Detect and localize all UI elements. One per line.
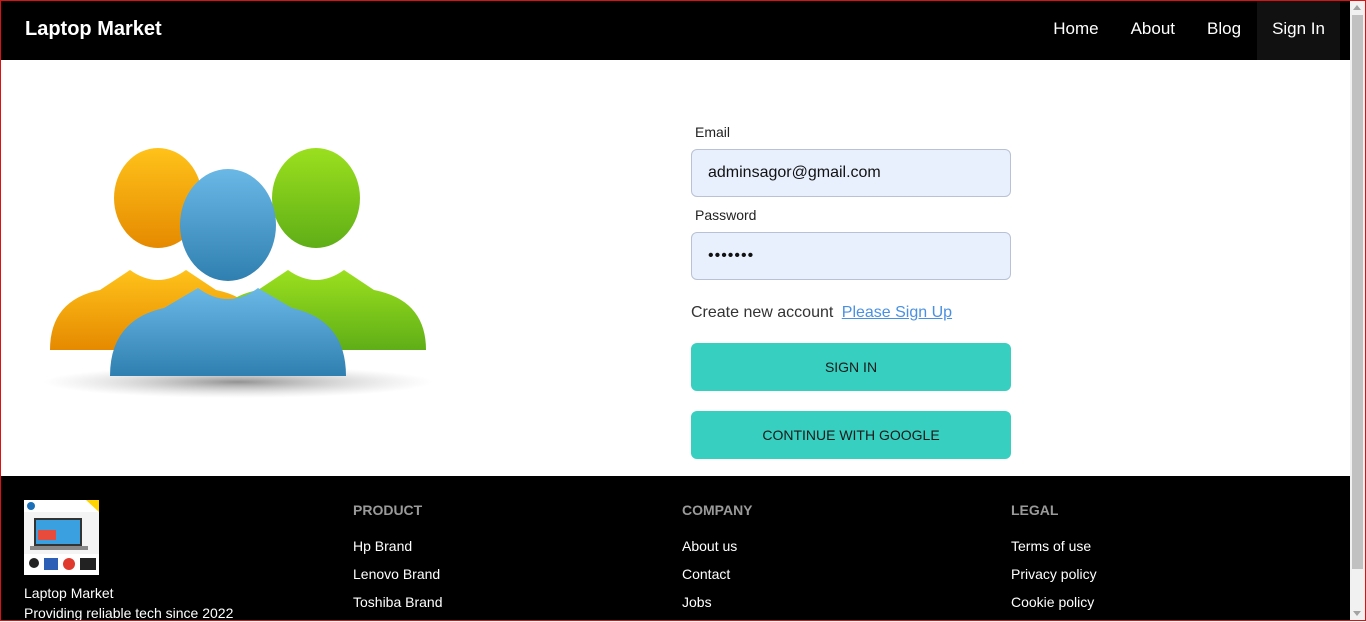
google-signin-button[interactable]: CONTINUE WITH GOOGLE — [691, 411, 1011, 459]
create-account-text: Create new account — [691, 304, 834, 321]
email-field[interactable] — [691, 149, 1011, 197]
nav-blog-link[interactable]: Blog — [1191, 1, 1257, 60]
signin-form: Email Password Create new account Please… — [691, 124, 1011, 459]
footer-link-contact[interactable]: Contact — [682, 566, 753, 582]
footer-product-title: PRODUCT — [353, 502, 423, 518]
footer-company-title: COMPANY — [682, 502, 753, 518]
nav-signin-link[interactable]: Sign In — [1257, 1, 1340, 60]
footer-link-about[interactable]: About us — [682, 538, 753, 554]
footer-link-cookie[interactable]: Cookie policy — [1011, 594, 1097, 610]
footer: Laptop Market Providing reliable tech si… — [1, 476, 1350, 622]
footer-legal-title: LEGAL — [1011, 502, 1059, 518]
footer-tagline: Providing reliable tech since 2022 — [24, 605, 234, 621]
create-account-row: Create new account Please Sign Up — [691, 304, 1011, 322]
footer-link-jobs[interactable]: Jobs — [682, 594, 753, 610]
laptop-logo-image — [24, 500, 99, 575]
password-label: Password — [695, 207, 757, 223]
users-group-illustration — [43, 148, 433, 398]
footer-product-column: PRODUCT Hp Brand Lenovo Brand Toshiba Br… — [353, 502, 443, 622]
password-field[interactable] — [691, 232, 1011, 280]
footer-link-lenovo[interactable]: Lenovo Brand — [353, 566, 443, 582]
scroll-up-arrow-icon[interactable] — [1353, 5, 1361, 10]
signup-link[interactable]: Please Sign Up — [842, 304, 952, 321]
signin-button[interactable]: SIGN IN — [691, 343, 1011, 391]
footer-legal-column: LEGAL Terms of use Privacy policy Cookie… — [1011, 502, 1097, 622]
scrollbar-thumb[interactable] — [1352, 15, 1363, 569]
email-label: Email — [695, 124, 731, 140]
footer-link-terms[interactable]: Terms of use — [1011, 538, 1097, 554]
footer-company-column: COMPANY About us Contact Jobs — [682, 502, 753, 622]
footer-link-privacy[interactable]: Privacy policy — [1011, 566, 1097, 582]
brand-link[interactable]: Laptop Market — [25, 18, 162, 41]
footer-link-hp[interactable]: Hp Brand — [353, 538, 443, 554]
nav-about-link[interactable]: About — [1115, 1, 1191, 60]
vertical-scrollbar[interactable] — [1350, 1, 1365, 620]
footer-link-toshiba[interactable]: Toshiba Brand — [353, 594, 443, 610]
scroll-down-arrow-icon[interactable] — [1353, 611, 1361, 616]
navbar: Laptop Market Home About Blog Sign In — [1, 1, 1350, 60]
footer-brand: Laptop Market — [24, 585, 114, 601]
nav-home-link[interactable]: Home — [1037, 1, 1114, 60]
nav-links: Home About Blog Sign In — [1037, 1, 1340, 60]
